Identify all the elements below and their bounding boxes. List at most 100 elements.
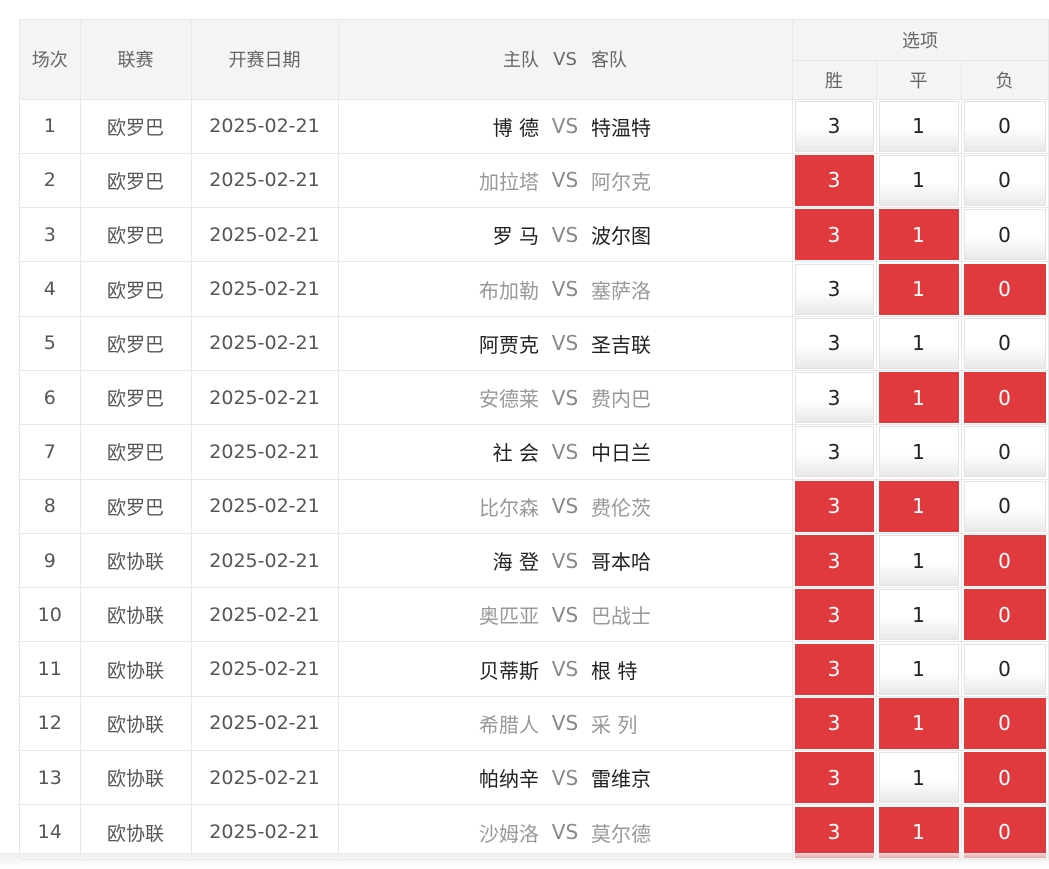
league-name: 欧协联 <box>80 587 192 643</box>
match-date: 2025-02-21 <box>191 424 339 480</box>
match-number: 13 <box>20 750 81 806</box>
option-draw-button[interactable]: 1 <box>878 806 959 858</box>
option-lose-button[interactable]: 0 <box>963 480 1046 532</box>
league-name: 欧罗巴 <box>80 261 192 317</box>
option-lose-button[interactable]: 0 <box>963 589 1046 641</box>
option-win-button[interactable]: 3 <box>794 643 874 695</box>
league-name: 欧协联 <box>80 533 192 589</box>
option-draw-button[interactable]: 1 <box>878 426 959 478</box>
table-body: 1 欧罗巴 2025-02-21 博 德 VS 特温特 3 1 0 2 欧罗巴 2025-02-21 加… <box>20 99 1049 860</box>
option-lose-button[interactable]: 0 <box>963 535 1046 587</box>
home-team: 希腊人 <box>479 712 539 737</box>
table-row: 9 欧协联 2025-02-21 海 登 VS 哥本哈 3 1 0 <box>20 533 1049 589</box>
table-header: 场次 联赛 开赛日期 主队 VS 客队 选项 胜 平 负 <box>20 20 1049 100</box>
home-team: 海 登 <box>492 550 539 575</box>
match-date: 2025-02-21 <box>191 261 339 317</box>
home-team: 阿贾克 <box>479 332 539 357</box>
option-win-button[interactable]: 3 <box>794 426 874 478</box>
match-date: 2025-02-21 <box>191 316 339 371</box>
option-lose-button[interactable]: 0 <box>963 100 1046 152</box>
match-date: 2025-02-21 <box>191 641 339 697</box>
match-teams: 加拉塔 VS 阿尔克 <box>338 153 793 209</box>
option-draw-button[interactable]: 1 <box>878 317 959 369</box>
match-number: 6 <box>20 370 81 426</box>
option-lose-button[interactable]: 0 <box>963 263 1046 315</box>
match-number: 4 <box>20 261 81 317</box>
league-name: 欧罗巴 <box>80 479 192 534</box>
option-lose-button[interactable]: 0 <box>963 752 1046 804</box>
option-lose-button[interactable]: 0 <box>963 426 1046 478</box>
option-win-button[interactable]: 3 <box>794 535 874 587</box>
option-draw-button[interactable]: 1 <box>878 100 959 152</box>
away-team: 雷维京 <box>591 767 651 792</box>
table-row: 10 欧协联 2025-02-21 奥匹亚 VS 巴战士 3 1 0 <box>20 587 1049 643</box>
vs-label: VS <box>551 168 579 193</box>
home-team: 安德莱 <box>479 387 539 412</box>
header-league: 联赛 <box>80 20 192 100</box>
option-win-button[interactable]: 3 <box>794 100 874 152</box>
home-team: 沙姆洛 <box>479 821 539 846</box>
option-lose-button[interactable]: 0 <box>963 697 1046 749</box>
option-win-button[interactable]: 3 <box>794 589 874 641</box>
league-name: 欧罗巴 <box>80 316 192 371</box>
option-lose-button[interactable]: 0 <box>963 154 1046 206</box>
match-number: 11 <box>20 641 81 697</box>
match-teams: 博 德 VS 特温特 <box>338 99 793 154</box>
option-draw-button[interactable]: 1 <box>878 589 959 641</box>
match-date: 2025-02-21 <box>191 153 339 209</box>
header-date: 开赛日期 <box>191 20 339 100</box>
option-win-button[interactable]: 3 <box>794 263 874 315</box>
away-team: 中日兰 <box>591 441 651 466</box>
header-draw: 平 <box>876 60 962 100</box>
home-team: 博 德 <box>492 115 539 140</box>
vs-label: VS <box>551 439 579 464</box>
match-date: 2025-02-21 <box>191 750 339 806</box>
option-win-button[interactable]: 3 <box>794 480 874 532</box>
option-win-button[interactable]: 3 <box>794 317 874 369</box>
option-draw-button[interactable]: 1 <box>878 154 959 206</box>
away-team: 采 列 <box>591 712 638 737</box>
option-win-button[interactable]: 3 <box>794 806 874 858</box>
vs-label: VS <box>551 765 579 790</box>
option-win-button[interactable]: 3 <box>794 372 874 424</box>
option-draw-button[interactable]: 1 <box>878 209 959 261</box>
table-row: 14 欧协联 2025-02-21 沙姆洛 VS 莫尔德 3 1 0 <box>20 804 1049 860</box>
option-win-button[interactable]: 3 <box>794 752 874 804</box>
away-team: 圣吉联 <box>591 332 651 357</box>
away-team: 塞萨洛 <box>591 278 651 303</box>
option-draw-button[interactable]: 1 <box>878 372 959 424</box>
match-teams: 沙姆洛 VS 莫尔德 <box>338 804 793 860</box>
home-team: 布加勒 <box>479 278 539 303</box>
option-draw-button[interactable]: 1 <box>878 535 959 587</box>
option-win-button[interactable]: 3 <box>794 209 874 261</box>
option-lose-button[interactable]: 0 <box>963 317 1046 369</box>
match-date: 2025-02-21 <box>191 207 339 263</box>
match-teams: 比尔森 VS 费伦茨 <box>338 479 793 534</box>
option-lose-button[interactable]: 0 <box>963 372 1046 424</box>
option-draw-button[interactable]: 1 <box>878 752 959 804</box>
home-team: 社 会 <box>492 441 539 466</box>
match-date: 2025-02-21 <box>191 696 339 752</box>
option-draw-button[interactable]: 1 <box>878 643 959 695</box>
match-teams: 社 会 VS 中日兰 <box>338 424 793 480</box>
away-team: 费内巴 <box>591 387 651 412</box>
vs-label: VS <box>551 277 579 302</box>
option-win-button[interactable]: 3 <box>794 697 874 749</box>
header-away: 客队 <box>591 50 627 72</box>
away-team: 费伦茨 <box>591 495 651 520</box>
match-date: 2025-02-21 <box>191 587 339 643</box>
option-lose-button[interactable]: 0 <box>963 806 1046 858</box>
vs-label: VS <box>551 602 579 627</box>
option-draw-button[interactable]: 1 <box>878 697 959 749</box>
header-vs: VS <box>553 48 577 70</box>
option-draw-button[interactable]: 1 <box>878 263 959 315</box>
match-number: 8 <box>20 479 81 534</box>
option-draw-button[interactable]: 1 <box>878 480 959 532</box>
option-lose-button[interactable]: 0 <box>963 209 1046 261</box>
option-win-button[interactable]: 3 <box>794 154 874 206</box>
option-lose-button[interactable]: 0 <box>963 643 1046 695</box>
header-lose: 负 <box>961 60 1049 100</box>
table-row: 4 欧罗巴 2025-02-21 布加勒 VS 塞萨洛 3 1 0 <box>20 261 1049 317</box>
table-row: 1 欧罗巴 2025-02-21 博 德 VS 特温特 3 1 0 <box>20 99 1049 154</box>
header-no: 场次 <box>20 20 81 100</box>
